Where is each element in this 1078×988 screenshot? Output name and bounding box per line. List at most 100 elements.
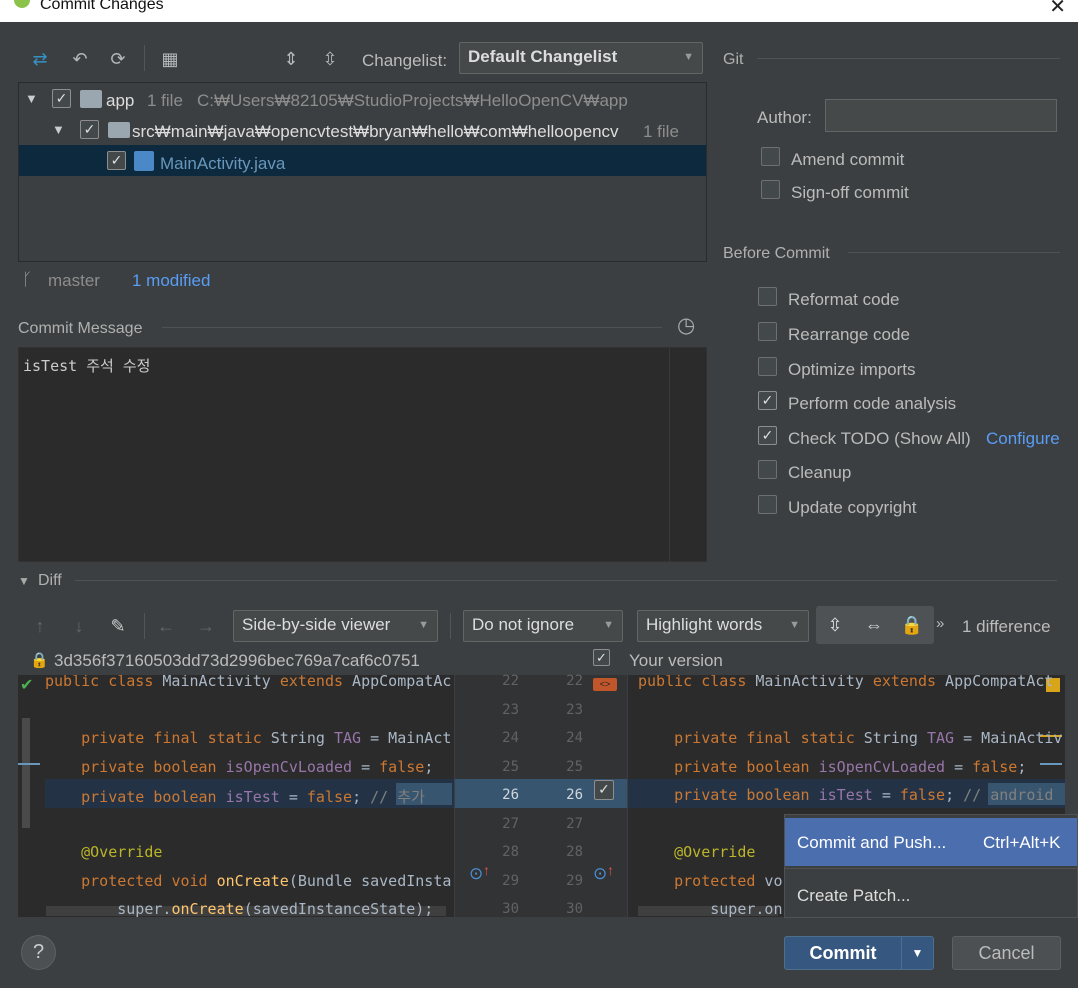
before-commit-checkbox[interactable]: ✓	[758, 426, 777, 445]
collapse-diff-icon[interactable]: ▼	[18, 574, 30, 588]
expand-arrow-icon[interactable]: ▼	[52, 122, 65, 137]
author-input[interactable]	[825, 99, 1057, 132]
override-method-icon[interactable]: ⊙	[593, 864, 607, 884]
tree-root-name[interactable]: app	[106, 91, 134, 111]
conflict-marker-icon[interactable]: <>	[593, 678, 617, 691]
left-diff-pane[interactable]: ✔ public class MainActivity extends AppC…	[18, 675, 454, 917]
commit-message-input[interactable]: isTest 주석 수정	[18, 347, 707, 562]
amend-checkbox[interactable]	[761, 147, 780, 166]
include-version-checkbox[interactable]: ✓	[593, 649, 610, 666]
override-up-arrow-icon: ↑	[483, 862, 490, 878]
before-commit-header: Before Commit	[723, 245, 830, 262]
before-commit-checkbox[interactable]	[758, 287, 777, 306]
code-line: private final static String TAG = MainAc…	[674, 729, 1063, 747]
line-number: 28	[566, 844, 583, 860]
lock-icon[interactable]: 🔒	[900, 613, 924, 637]
line-number: 30	[502, 901, 519, 917]
code-line: protected void onCreate(Bundle savedInst…	[81, 871, 452, 890]
line-number: 28	[502, 844, 519, 860]
collapse-unchanged-icon[interactable]: ⇳	[823, 613, 847, 637]
forward-icon[interactable]: →	[194, 614, 218, 638]
signoff-label[interactable]: Sign-off commit	[791, 183, 909, 203]
help-button[interactable]: ?	[21, 935, 56, 970]
back-icon[interactable]: ←	[154, 614, 178, 638]
tree-folder-name[interactable]: src₩main₩java₩opencvtest₩bryan₩hello₩com…	[132, 122, 619, 142]
chevron-down-icon: ▼	[418, 619, 429, 631]
edit-source-icon[interactable]: ✎	[106, 614, 130, 638]
next-difference-icon[interactable]: ↓	[67, 614, 91, 638]
line-number: 29	[502, 872, 519, 889]
menu-item-commit-and-push[interactable]: Commit and Push... Ctrl+Alt+K	[785, 818, 1077, 866]
before-commit-checkbox[interactable]	[758, 357, 777, 376]
before-commit-option-label[interactable]: Reformat code	[788, 290, 900, 310]
before-commit-option-label[interactable]: Check TODO (Show All)	[788, 429, 971, 449]
changelist-select[interactable]: Default Changelist ▼	[459, 42, 703, 74]
commit-options-dropdown[interactable]: ▼	[901, 936, 934, 970]
lock-icon: 🔒	[30, 652, 49, 669]
file-checkbox[interactable]: ✓	[107, 151, 126, 170]
code-line: protected vo	[674, 871, 783, 890]
before-commit-option-label[interactable]: Update copyright	[788, 498, 917, 518]
before-commit-checkbox[interactable]	[758, 322, 777, 341]
before-commit-checkbox[interactable]	[758, 460, 777, 479]
tree-root-path: C:₩Users₩82105₩StudioProjects₩HelloOpenC…	[197, 91, 628, 110]
change-marker	[1040, 763, 1062, 765]
java-class-icon	[134, 151, 154, 171]
line-number: 27	[502, 815, 519, 832]
commit-button[interactable]: Commit	[784, 936, 902, 970]
highlight-value: Highlight words	[646, 615, 763, 634]
more-actions-icon[interactable]: »	[936, 615, 944, 632]
diff-gutter: 22 22 23 23 24 24 25 25 26 26 27 27 28 28 29 29 30 30 <> …	[455, 673, 627, 917]
signoff-checkbox[interactable]	[761, 180, 780, 199]
viewer-select[interactable]: Side-by-side viewer ▼	[233, 610, 438, 642]
collapse-all-icon[interactable]: ⇳	[318, 47, 342, 71]
folder-checkbox[interactable]: ✓	[80, 120, 99, 139]
before-commit-checkbox[interactable]	[758, 495, 777, 514]
close-icon[interactable]: ✕	[1049, 0, 1066, 19]
group-by-icon[interactable]: ▦	[158, 47, 182, 71]
prev-difference-icon[interactable]: ↑	[28, 614, 52, 638]
modified-count[interactable]: 1 modified	[132, 271, 210, 291]
toolbar-separator	[144, 45, 145, 71]
expand-all-icon[interactable]: ⇕	[279, 47, 303, 71]
ignore-select[interactable]: Do not ignore ▼	[463, 610, 623, 642]
sync-scroll-icon[interactable]: ⇔	[862, 613, 886, 637]
line-number: 27	[566, 815, 583, 832]
code-line: private boolean isOpenCvLoaded = false;	[81, 757, 434, 776]
code-line: @Override	[674, 843, 756, 861]
apply-change-checkbox[interactable]: ✓	[594, 780, 614, 800]
line-number: 30	[566, 901, 583, 917]
app-checkbox[interactable]: ✓	[52, 89, 71, 108]
expand-arrow-icon[interactable]: ▼	[25, 91, 38, 106]
before-commit-option-label[interactable]: Perform code analysis	[788, 394, 956, 414]
highlight-select[interactable]: Highlight words ▼	[637, 610, 809, 642]
before-commit-option-label[interactable]: Rearrange code	[788, 325, 910, 345]
before-commit-checkbox[interactable]: ✓	[758, 391, 777, 410]
refresh-icon[interactable]: ⟳	[106, 47, 130, 71]
menu-item-create-patch[interactable]: Create Patch...	[785, 871, 1077, 917]
override-method-icon[interactable]: ⊙	[469, 864, 483, 884]
divider	[757, 58, 1060, 59]
configure-link[interactable]: Configure	[986, 429, 1060, 449]
code-line: private final static String TAG = MainAc…	[81, 729, 452, 747]
tree-file-name[interactable]: MainActivity.java	[160, 154, 285, 174]
line-number: 26	[566, 787, 583, 803]
code-line: super.on	[638, 900, 783, 917]
branch-icon: ᚴ	[22, 270, 33, 289]
before-commit-option-label[interactable]: Optimize imports	[788, 360, 916, 380]
show-diff-icon[interactable]: ⇄	[28, 47, 52, 71]
history-clock-icon[interactable]: ◷	[677, 313, 695, 338]
divider	[848, 252, 1060, 253]
cancel-button[interactable]: Cancel	[952, 936, 1061, 970]
analysis-ok-icon: ✔	[20, 677, 34, 694]
before-commit-option-label[interactable]: Cleanup	[788, 463, 851, 483]
rollback-icon[interactable]: ↶	[68, 47, 92, 71]
window-title: Commit Changes	[40, 0, 164, 13]
module-folder-icon	[80, 90, 102, 108]
amend-label[interactable]: Amend commit	[791, 150, 904, 170]
menu-item-label: Commit and Push...	[797, 833, 947, 852]
cancel-label: Cancel	[978, 943, 1035, 963]
divider	[75, 580, 1057, 581]
line-number: 22	[566, 673, 583, 689]
commit-label: Commit	[809, 943, 877, 963]
